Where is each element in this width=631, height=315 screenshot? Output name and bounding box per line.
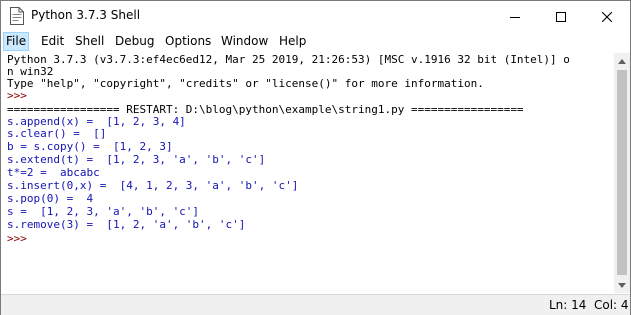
output-line: t*=2 = abcabc	[7, 166, 100, 179]
close-button[interactable]	[584, 1, 630, 32]
document-icon	[9, 7, 25, 25]
menu-file[interactable]: File	[3, 32, 30, 51]
output-line: s.pop(0) = 4	[7, 192, 94, 205]
output-line: b = s.copy() = [1, 2, 3]	[7, 140, 173, 153]
minimize-icon	[510, 16, 520, 18]
output-line: s.insert(0,x) = [4, 1, 2, 3, 'a', 'b', '…	[7, 179, 299, 192]
status-column: Col: 4	[594, 298, 629, 312]
title-bar[interactable]: Python 3.7.3 Shell	[1, 1, 630, 32]
minimize-button[interactable]	[492, 1, 538, 32]
shell-text-area[interactable]: Python 3.7.3 (v3.7.3:ef4ec6ed12, Mar 25 …	[5, 53, 615, 291]
menu-help[interactable]: Help	[276, 32, 309, 51]
chevron-up-icon	[618, 58, 626, 64]
menu-window[interactable]: Window	[218, 32, 271, 51]
info-line: Type "help", "copyright", "credits" or "…	[7, 77, 484, 90]
maximize-button[interactable]	[538, 1, 584, 32]
status-bar: Ln: 14 Col: 4	[1, 294, 630, 315]
scroll-up-button[interactable]	[614, 53, 630, 69]
status-line: Ln: 14	[549, 298, 587, 312]
output-line: s.clear() = []	[7, 127, 107, 140]
vertical-scrollbar[interactable]	[614, 53, 630, 293]
chevron-down-icon	[618, 282, 626, 288]
menu-edit[interactable]: Edit	[38, 32, 67, 51]
window-title: Python 3.7.3 Shell	[31, 8, 141, 22]
menu-options[interactable]: Options	[162, 32, 214, 51]
scrollbar-thumb[interactable]	[617, 70, 627, 275]
scroll-down-button[interactable]	[614, 277, 630, 293]
menu-bar: File Edit Shell Debug Options Window Hel…	[1, 32, 630, 52]
output-line: s.extend(t) = [1, 2, 3, 'a', 'b', 'c']	[7, 153, 266, 166]
shell-prompt: >>>	[7, 89, 34, 102]
shell-prompt: >>>	[7, 232, 34, 245]
close-icon	[602, 11, 612, 22]
output-line: s.remove(3) = [1, 2, 'a', 'b', 'c']	[7, 218, 246, 231]
banner-line: Python 3.7.3 (v3.7.3:ef4ec6ed12, Mar 25 …	[7, 53, 570, 66]
output-line: s = [1, 2, 3, 'a', 'b', 'c']	[7, 205, 200, 218]
menu-debug[interactable]: Debug	[112, 32, 157, 51]
menu-shell[interactable]: Shell	[72, 32, 107, 51]
idle-shell-window: Python 3.7.3 Shell File Edit Shell Debug…	[0, 0, 631, 315]
maximize-icon	[556, 11, 566, 22]
